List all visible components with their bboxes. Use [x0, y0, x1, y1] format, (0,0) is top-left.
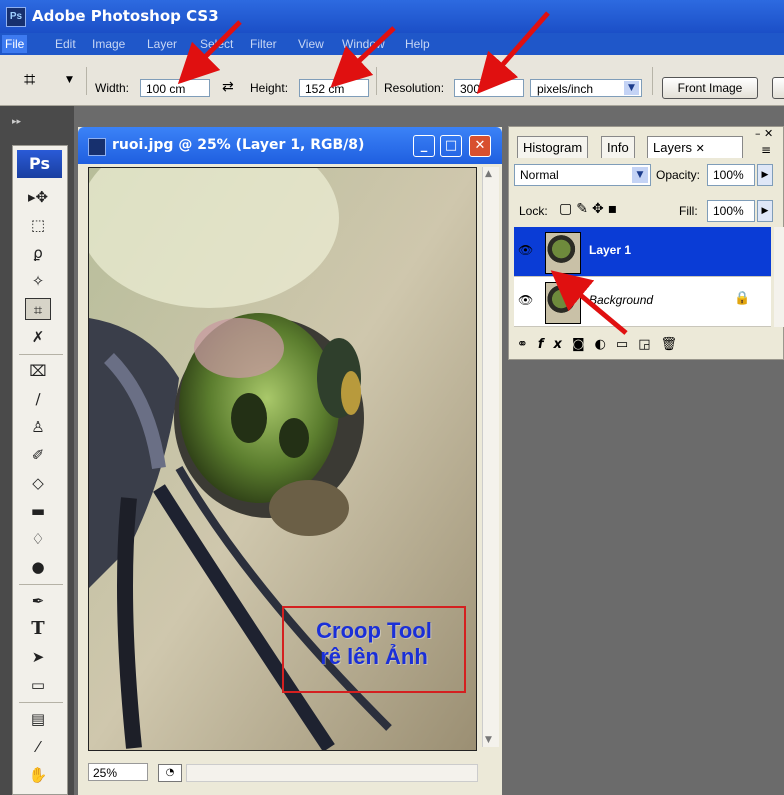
- annotation-arrows: [177, 11, 628, 335]
- arrow-to-resolution: [476, 11, 550, 95]
- arrow-to-height: [330, 26, 396, 88]
- arrow-to-layer-thumbnail: [550, 270, 628, 335]
- arrow-to-width: [177, 20, 242, 85]
